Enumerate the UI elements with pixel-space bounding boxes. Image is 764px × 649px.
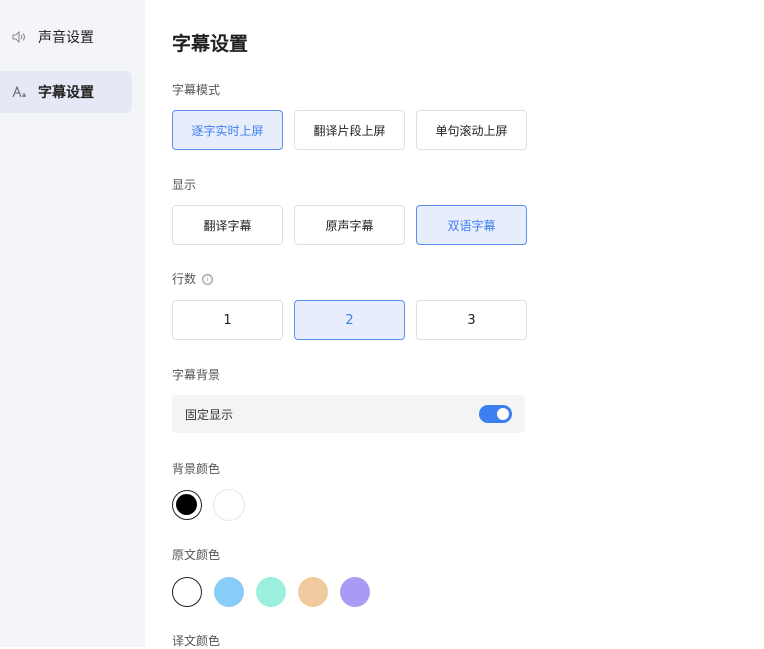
fixed-display-row: 固定显示: [172, 395, 525, 433]
mode-option-sentence-scroll[interactable]: 单句滚动上屏: [416, 110, 527, 150]
sidebar-item-label: 字幕设置: [38, 85, 94, 101]
display-label: 显示: [172, 178, 197, 192]
original-color-label: 原文颜色: [172, 548, 221, 562]
swatch-dot: [176, 581, 197, 602]
orig-color-white-swatch[interactable]: [172, 577, 202, 607]
page-title: 字幕设置: [172, 33, 249, 55]
subtitle-mode-label: 字幕模式: [172, 83, 221, 97]
display-option-bilingual[interactable]: 双语字幕: [416, 205, 527, 245]
lines-option-3[interactable]: 3: [416, 300, 527, 340]
speaker-icon: [12, 31, 32, 43]
lines-option-2[interactable]: 2: [294, 300, 405, 340]
svg-text:a: a: [22, 92, 26, 98]
mode-option-realtime[interactable]: 逐字实时上屏: [172, 110, 283, 150]
sidebar: 声音设置 a 字幕设置: [0, 0, 145, 647]
lines-label-text: 行数: [172, 272, 197, 286]
display-option-translated[interactable]: 翻译字幕: [172, 205, 283, 245]
mode-option-segment[interactable]: 翻译片段上屏: [294, 110, 405, 150]
font-size-icon: a: [12, 86, 32, 98]
display-options: 翻译字幕 原声字幕 双语字幕: [172, 205, 527, 245]
bg-color-white-swatch[interactable]: [214, 490, 244, 520]
original-color-swatches: [172, 577, 370, 607]
sidebar-item-label: 声音设置: [38, 30, 94, 46]
lines-label: 行数 ⓘ: [172, 270, 214, 287]
sidebar-item-sound-settings[interactable]: 声音设置: [0, 16, 132, 58]
subtitle-background-label: 字幕背景: [172, 368, 221, 382]
background-color-swatches: [172, 490, 244, 520]
fixed-display-toggle[interactable]: [479, 405, 512, 423]
subtitle-mode-options: 逐字实时上屏 翻译片段上屏 单句滚动上屏: [172, 110, 527, 150]
translation-color-label: 译文颜色: [172, 634, 221, 648]
info-icon[interactable]: ⓘ: [202, 274, 214, 285]
sidebar-item-subtitle-settings[interactable]: a 字幕设置: [0, 71, 132, 113]
settings-panel: 字幕设置 字幕模式 逐字实时上屏 翻译片段上屏 单句滚动上屏 显示 翻译字幕 原…: [172, 0, 732, 648]
bg-color-black-swatch[interactable]: [172, 490, 202, 520]
lines-options: 1 2 3: [172, 300, 527, 340]
orig-color-peach-swatch[interactable]: [298, 577, 328, 607]
orig-color-blue-swatch[interactable]: [214, 577, 244, 607]
orig-color-mint-swatch[interactable]: [256, 577, 286, 607]
swatch-dot: [176, 494, 197, 515]
toggle-knob: [497, 408, 509, 420]
orig-color-purple-swatch[interactable]: [340, 577, 370, 607]
fixed-display-label: 固定显示: [185, 407, 234, 422]
lines-option-1[interactable]: 1: [172, 300, 283, 340]
display-option-original[interactable]: 原声字幕: [294, 205, 405, 245]
background-color-label: 背景颜色: [172, 462, 221, 476]
